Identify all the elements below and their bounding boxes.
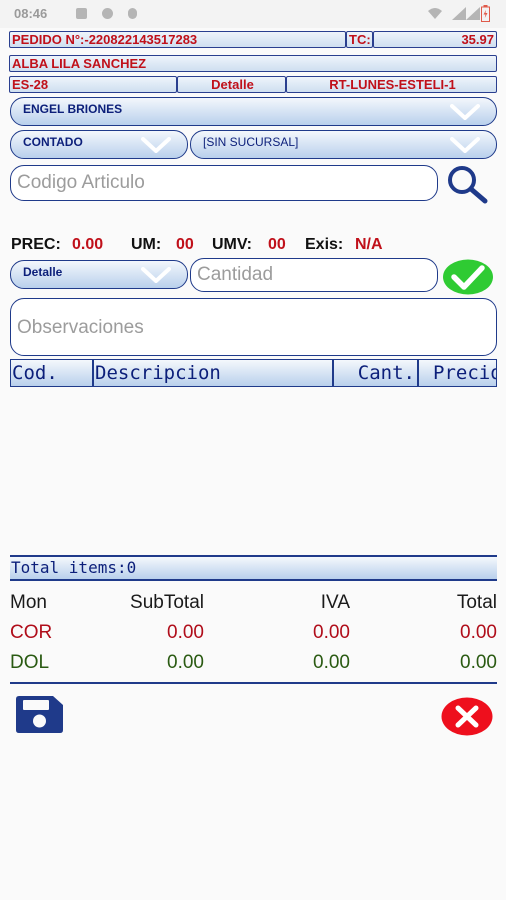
- exis-value: N/A: [355, 236, 383, 253]
- um-value: 00: [176, 236, 194, 253]
- umv-label: UMV:: [212, 236, 252, 253]
- unit-select-value: Detalle: [23, 265, 63, 279]
- totals-row-dol-total: 0.00: [460, 652, 497, 673]
- totals-header-iva: IVA: [320, 592, 350, 613]
- battery-icon: [481, 5, 490, 22]
- route-cell: RT-LUNES-ESTELI-1: [286, 76, 497, 93]
- col-header-descripcion-label: Descripcion: [95, 362, 221, 384]
- pedido-cell: PEDIDO N°:-220822143517283: [9, 31, 346, 48]
- totals-row-dol-currency: DOL: [10, 652, 50, 673]
- sync-icon: [102, 8, 113, 19]
- price-type: Detalle: [211, 77, 254, 92]
- tc-value: 35.97: [461, 32, 494, 47]
- branch-select-value: [SIN SUCURSAL]: [203, 135, 299, 149]
- notification-icon-2: [128, 8, 137, 19]
- items-table-body[interactable]: [10, 387, 497, 553]
- payment-select-value: CONTADO: [23, 135, 83, 149]
- chevron-down-icon: [450, 104, 480, 120]
- branch-select[interactable]: [SIN SUCURSAL]: [190, 130, 497, 159]
- prec-label: PREC:: [11, 236, 61, 253]
- totals-header-subtotal: SubTotal: [130, 592, 204, 613]
- totals-row-dol-subtotal: 0.00: [167, 652, 204, 673]
- totals-header-mon: Mon: [10, 592, 47, 613]
- col-header-cod-label: Cod.: [12, 362, 58, 384]
- umv-value: 00: [268, 236, 286, 253]
- exis-label: Exis:: [305, 236, 344, 253]
- route: RT-LUNES-ESTELI-1: [329, 77, 456, 92]
- total-items-label: Total items:0: [11, 558, 137, 577]
- observations-placeholder: Observaciones: [17, 317, 144, 338]
- tc-label-cell: TC:: [346, 31, 373, 48]
- totals-row-cor-iva: 0.00: [313, 622, 350, 643]
- totals-row-cor-subtotal: 0.00: [167, 622, 204, 643]
- seller-select-value: ENGEL BRIONES: [23, 102, 123, 116]
- status-time: 08:46: [14, 6, 48, 21]
- signal-icon: [452, 7, 466, 20]
- tc-value-cell: 35.97: [373, 31, 497, 48]
- total-items-bar: Total items:0: [10, 555, 497, 581]
- wifi-icon: [428, 8, 442, 19]
- article-code-placeholder: Codigo Articulo: [17, 172, 145, 193]
- save-icon[interactable]: [16, 696, 63, 733]
- signal-icon-2: [466, 7, 480, 20]
- price-type-cell: Detalle: [177, 76, 286, 93]
- chevron-down-icon: [141, 267, 171, 283]
- col-header-precio-label: Precio: [433, 362, 497, 384]
- totals-row-dol-iva: 0.00: [313, 652, 350, 673]
- client-name: ALBA LILA SANCHEZ: [12, 56, 147, 71]
- chevron-down-icon: [450, 137, 480, 153]
- payment-select[interactable]: CONTADO: [10, 130, 188, 159]
- confirm-check-icon[interactable]: [442, 258, 494, 296]
- cancel-icon[interactable]: [441, 697, 493, 736]
- totals-row-cor-currency: COR: [10, 622, 53, 643]
- col-header-cod: Cod.: [10, 359, 93, 387]
- divider: [10, 682, 497, 684]
- client-code-cell: ES-28: [9, 76, 177, 93]
- col-header-cant-label: Cant.: [357, 362, 415, 384]
- tc-label: TC:: [349, 32, 371, 47]
- quantity-placeholder: Cantidad: [197, 264, 274, 285]
- totals-header-total: Total: [456, 592, 497, 613]
- chevron-down-icon: [141, 137, 171, 153]
- unit-select[interactable]: Detalle: [10, 260, 188, 289]
- article-code-input[interactable]: Codigo Articulo: [10, 165, 438, 201]
- seller-select[interactable]: ENGEL BRIONES: [10, 97, 497, 126]
- pedido-label: PEDIDO N°:: [12, 32, 85, 47]
- quantity-input[interactable]: Cantidad: [190, 258, 438, 292]
- col-header-cant: Cant.: [333, 359, 418, 387]
- pedido-number: -220822143517283: [84, 32, 198, 47]
- search-icon[interactable]: [445, 164, 489, 204]
- status-bar: 08:46: [0, 0, 506, 28]
- observations-input[interactable]: Observaciones: [10, 298, 497, 356]
- client-name-cell: ALBA LILA SANCHEZ: [9, 55, 497, 72]
- prec-value: 0.00: [72, 236, 104, 253]
- um-label: UM:: [131, 236, 162, 253]
- client-code: ES-28: [12, 77, 49, 92]
- notification-icon: [76, 8, 87, 19]
- col-header-descripcion: Descripcion: [93, 359, 333, 387]
- col-header-precio: Precio: [418, 359, 497, 387]
- totals-row-cor-total: 0.00: [460, 622, 497, 643]
